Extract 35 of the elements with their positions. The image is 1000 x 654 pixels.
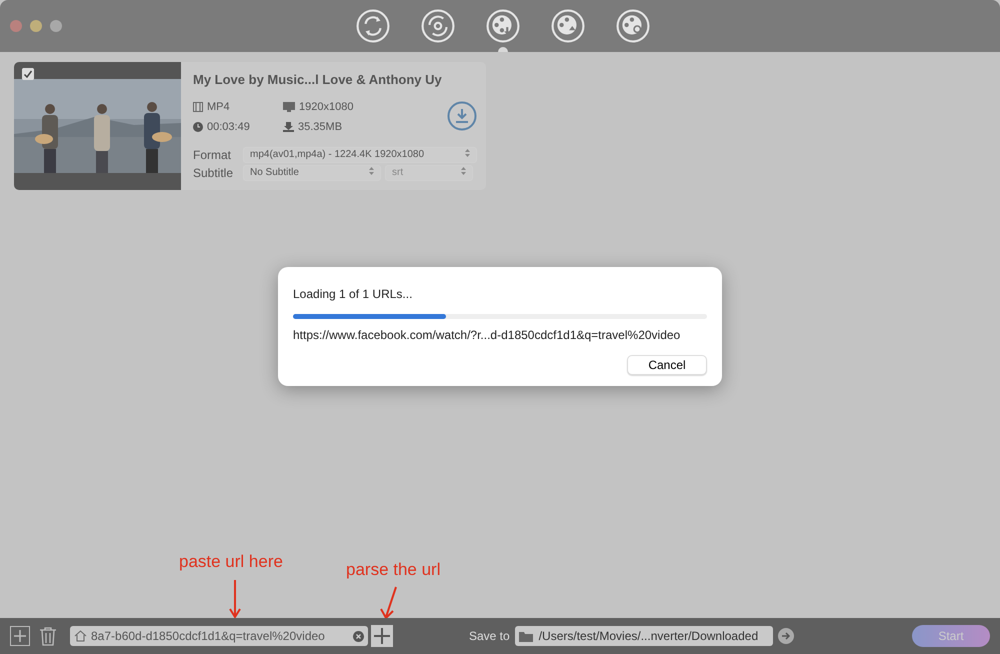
parse-button[interactable]: [371, 625, 393, 647]
folder-icon: [518, 630, 533, 642]
format-dropdown[interactable]: mp4(av01,mp4a) - 1224.4K 1920x1080: [243, 147, 477, 163]
url-field[interactable]: 8a7-b60d-d1850cdcf1d1&q=travel%20video: [70, 626, 368, 646]
clear-icon[interactable]: [353, 630, 364, 642]
film-icon: [193, 102, 203, 112]
save-to-label: Save to: [469, 629, 510, 643]
resolution-text: 1920x1080: [299, 101, 354, 113]
trash-icon[interactable]: [39, 626, 57, 646]
loading-message: Loading 1 of 1 URLs...: [293, 287, 414, 301]
size-text: 35.35MB: [298, 121, 342, 133]
minimize-icon[interactable]: [30, 20, 42, 32]
arrow-right-icon[interactable]: [778, 628, 794, 644]
subtitle-label: Subtitle: [193, 166, 234, 180]
toolbar-tab[interactable]: [486, 9, 520, 52]
video-title: My Love by Music...l Love & Anthony Uy: [193, 72, 443, 87]
download-size-icon: [283, 122, 294, 132]
download-icon[interactable]: [447, 101, 477, 131]
clock-icon: [193, 122, 203, 132]
cancel-button[interactable]: Cancel: [627, 355, 707, 375]
annotation-arrow: [228, 580, 242, 620]
url-text: https://www.facebook.com/watch/?r...d-d1850cdcf1d1&q=travel%20video: [293, 328, 682, 342]
annotation-text: parse the url: [346, 560, 440, 580]
checkbox[interactable]: [22, 68, 34, 80]
zoom-icon[interactable]: [50, 20, 62, 32]
format-label: Format: [193, 148, 232, 162]
monitor-icon: [283, 102, 295, 112]
subtitle-dropdown[interactable]: No Subtitle: [243, 165, 381, 181]
add-icon[interactable]: [10, 626, 30, 646]
annotation-text: paste url here: [179, 552, 283, 572]
home-icon: [74, 630, 87, 642]
duration-text: 00:03:49: [207, 121, 250, 133]
annotation-arrow: [378, 586, 400, 620]
save-path-field[interactable]: /Users/test/Movies/...nverter/Downloaded: [514, 626, 773, 646]
container-text: MP4: [207, 101, 230, 113]
